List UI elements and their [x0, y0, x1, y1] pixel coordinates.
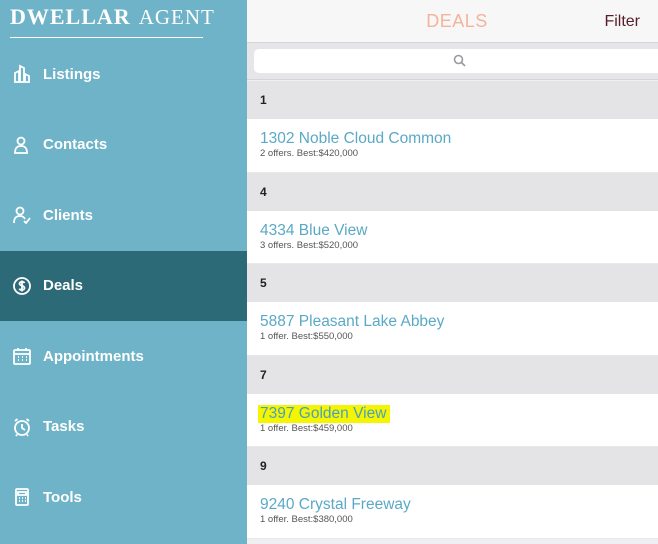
alarm-clock-icon [9, 414, 35, 440]
deal-offer-summary: 1 offer. Best:$550,000 [260, 331, 353, 342]
search-icon [453, 54, 466, 67]
deals-list: 1 1302 Noble Cloud Common 2 offers. Best… [247, 81, 658, 539]
sidebar-item-clients[interactable]: Clients [0, 180, 247, 251]
deal-address: 1302 Noble Cloud Common [260, 130, 452, 147]
section-header: 1 [247, 81, 658, 119]
navigation-bar: DEALS Filter [247, 0, 658, 43]
person-icon [9, 132, 35, 158]
sidebar-item-label: Tools [43, 488, 82, 506]
section-header: 9 [247, 447, 658, 485]
deal-offer-summary: 1 offer. Best:$380,000 [260, 514, 353, 525]
sidebar-item-label: Contacts [43, 136, 108, 154]
list-item[interactable]: 7397 Golden View 1 offer. Best:$459,000 [247, 393, 658, 447]
section-header: 7 [247, 355, 658, 394]
section-header: 4 [247, 172, 658, 211]
person-check-icon [9, 202, 35, 228]
sidebar-item-label: Tasks [43, 418, 85, 436]
deal-address-highlighted: 7397 Golden View [258, 404, 391, 423]
sidebar-item-label: Listings [43, 65, 101, 83]
sidebar-item-deals[interactable]: Deals [0, 250, 247, 321]
sidebar-nav: Listings Contacts Clients Deals Appointm… [0, 39, 247, 533]
calculator-icon [9, 484, 35, 510]
buildings-icon [9, 61, 35, 87]
page-title: DEALS [426, 11, 488, 31]
sidebar-item-label: Clients [43, 206, 94, 224]
list-item[interactable]: 9240 Crystal Freeway 1 offer. Best:$380,… [247, 485, 658, 539]
sidebar-item-tasks[interactable]: Tasks [0, 392, 247, 463]
deal-offer-summary: 3 offers. Best:$520,000 [260, 239, 359, 251]
list-item[interactable]: 1302 Noble Cloud Common 2 offers. Best:$… [247, 119, 658, 173]
list-item[interactable]: 4334 Blue View 3 offers. Best:$520,000 [247, 210, 658, 264]
calendar-icon [9, 343, 35, 369]
dollar-coin-icon [9, 273, 35, 299]
brand-main: DWELLAR [10, 4, 131, 29]
brand-sub: AGENT [138, 5, 215, 29]
sidebar-item-label: Appointments [43, 347, 144, 365]
deal-address: 9240 Crystal Freeway [260, 496, 411, 513]
app-window: DWELLAR AGENT Listings Contacts Clients … [0, 0, 658, 544]
sidebar-item-tools[interactable]: Tools [0, 462, 247, 533]
sidebar-item-appointments[interactable]: Appointments [0, 321, 247, 392]
sidebar-item-listings[interactable]: Listings [0, 39, 247, 110]
section-header: 5 [247, 264, 658, 302]
brand-logo: DWELLAR AGENT [10, 4, 214, 38]
deal-offer-summary: 2 offers. Best:$420,000 [260, 148, 359, 159]
sidebar: DWELLAR AGENT Listings Contacts Clients … [0, 0, 247, 544]
sidebar-item-contacts[interactable]: Contacts [0, 110, 247, 181]
sidebar-item-label: Deals [43, 277, 84, 295]
deal-address: 4334 Blue View [260, 221, 368, 239]
filter-button[interactable]: Filter [604, 13, 640, 31]
deal-address: 5887 Pleasant Lake Abbey [260, 313, 445, 330]
deal-offer-summary: 1 offer. Best:$459,000 [260, 422, 353, 434]
list-item[interactable]: 5887 Pleasant Lake Abbey 1 offer. Best:$… [247, 302, 658, 356]
deals-panel: DEALS Filter 1 1302 Noble Cloud Common 2… [247, 0, 658, 544]
